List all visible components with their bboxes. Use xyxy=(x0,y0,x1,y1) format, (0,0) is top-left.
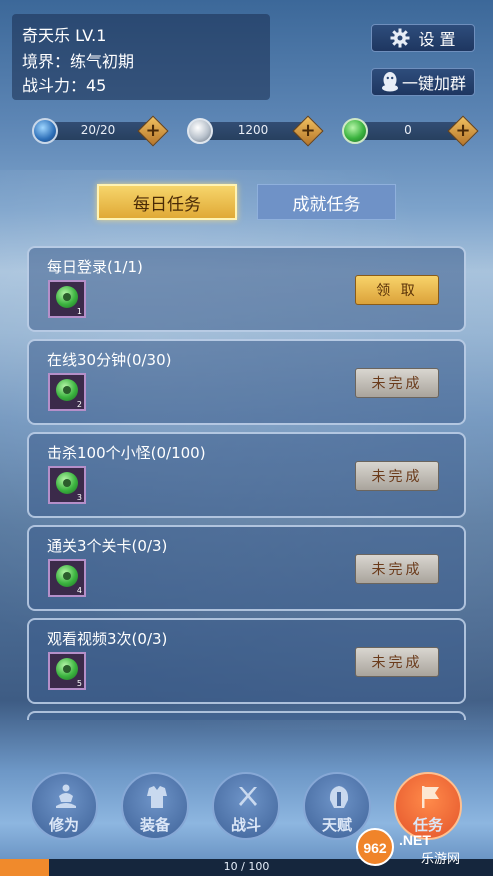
settings-label: 设 置 xyxy=(418,30,456,49)
task-title: 在线30分钟(0/30) xyxy=(47,351,172,369)
incomplete-button[interactable]: 未完成 xyxy=(355,554,439,584)
nav-label: 战斗 xyxy=(230,816,261,834)
task-card: 每日登录(1/1) 1 领 取 xyxy=(27,246,466,332)
reward-item[interactable]: 1 xyxy=(48,280,86,318)
task-card: 观看视频3次(0/3) 5 未完成 xyxy=(27,618,466,704)
task-card-partial xyxy=(27,711,466,720)
tab-daily-tasks[interactable]: 每日任务 xyxy=(97,184,237,220)
nav-label: 装备 xyxy=(139,816,170,834)
reward-count: 2 xyxy=(76,400,82,409)
currency-value: 1200 xyxy=(237,123,269,137)
blue-orb-icon xyxy=(32,118,58,144)
tab-achievement-tasks[interactable]: 成就任务 xyxy=(257,184,396,220)
join-group-button[interactable]: 一键加群 xyxy=(371,68,475,96)
reward-count: 4 xyxy=(76,586,82,595)
reward-item[interactable]: 5 xyxy=(48,652,86,690)
svg-text:962: 962 xyxy=(363,840,387,856)
currency-value: 20/20 xyxy=(80,123,116,137)
reward-count: 1 xyxy=(76,307,82,316)
armor-icon xyxy=(147,786,167,808)
nav-cultivation[interactable]: 修为 xyxy=(30,772,98,840)
flag-icon xyxy=(422,786,439,808)
reward-item[interactable]: 2 xyxy=(48,373,86,411)
incomplete-button[interactable]: 未完成 xyxy=(355,368,439,398)
task-card: 通关3个关卡(0/3) 4 未完成 xyxy=(27,525,466,611)
task-title: 击杀100个小怪(0/100) xyxy=(47,444,206,462)
jade-icon xyxy=(56,286,78,308)
jade-icon xyxy=(56,379,78,401)
join-group-label: 一键加群 xyxy=(401,74,466,93)
currency-value: 0 xyxy=(404,123,412,137)
jade-icon xyxy=(56,658,78,680)
task-card: 在线30分钟(0/30) 2 未完成 xyxy=(27,339,466,425)
jade-icon xyxy=(342,118,368,144)
incomplete-button[interactable]: 未完成 xyxy=(355,647,439,677)
reward-count: 3 xyxy=(76,493,82,502)
site-watermark-logo: 962 .NET 乐游网 xyxy=(356,828,460,867)
reward-item[interactable]: 4 xyxy=(48,559,86,597)
meditation-icon xyxy=(56,784,76,808)
claim-button[interactable]: 领 取 xyxy=(355,275,439,305)
gear-icon xyxy=(390,28,410,48)
svg-text:乐游网: 乐游网 xyxy=(421,852,460,867)
reward-count: 5 xyxy=(76,679,82,688)
task-title: 观看视频3次(0/3) xyxy=(47,630,168,648)
add-stamina-button[interactable]: + xyxy=(137,115,169,147)
silver-coin-icon xyxy=(187,118,213,144)
task-list[interactable]: 每日登录(1/1) 1 领 取 在线30分钟(0/30) 2 未完成 击杀100… xyxy=(27,246,466,720)
task-card: 击杀100个小怪(0/100) 3 未完成 xyxy=(27,432,466,518)
incomplete-button[interactable]: 未完成 xyxy=(355,461,439,491)
nav-battle[interactable]: 战斗 xyxy=(212,772,280,840)
nav-label: 修为 xyxy=(48,816,79,834)
nav-equipment[interactable]: 装备 xyxy=(121,772,189,840)
svg-text:.NET: .NET xyxy=(399,832,431,848)
qq-penguin-icon xyxy=(381,72,398,92)
task-title: 每日登录(1/1) xyxy=(47,258,143,276)
add-silver-button[interactable]: + xyxy=(292,115,324,147)
task-title: 通关3个关卡(0/3) xyxy=(47,537,168,555)
helmet-icon xyxy=(329,786,349,808)
reward-item[interactable]: 3 xyxy=(48,466,86,504)
player-realm: 境界：练气初期 xyxy=(22,52,135,71)
settings-button[interactable]: 设 置 xyxy=(371,24,475,52)
crossed-swords-icon xyxy=(239,787,257,806)
jade-icon xyxy=(56,565,78,587)
jade-icon xyxy=(56,472,78,494)
player-power: 战斗力：45 xyxy=(22,76,107,95)
player-info-panel: 奇天乐 LV.1 境界：练气初期 战斗力：45 xyxy=(12,14,270,100)
add-jade-button[interactable]: + xyxy=(447,115,479,147)
player-name-level: 奇天乐 LV.1 xyxy=(22,26,107,45)
